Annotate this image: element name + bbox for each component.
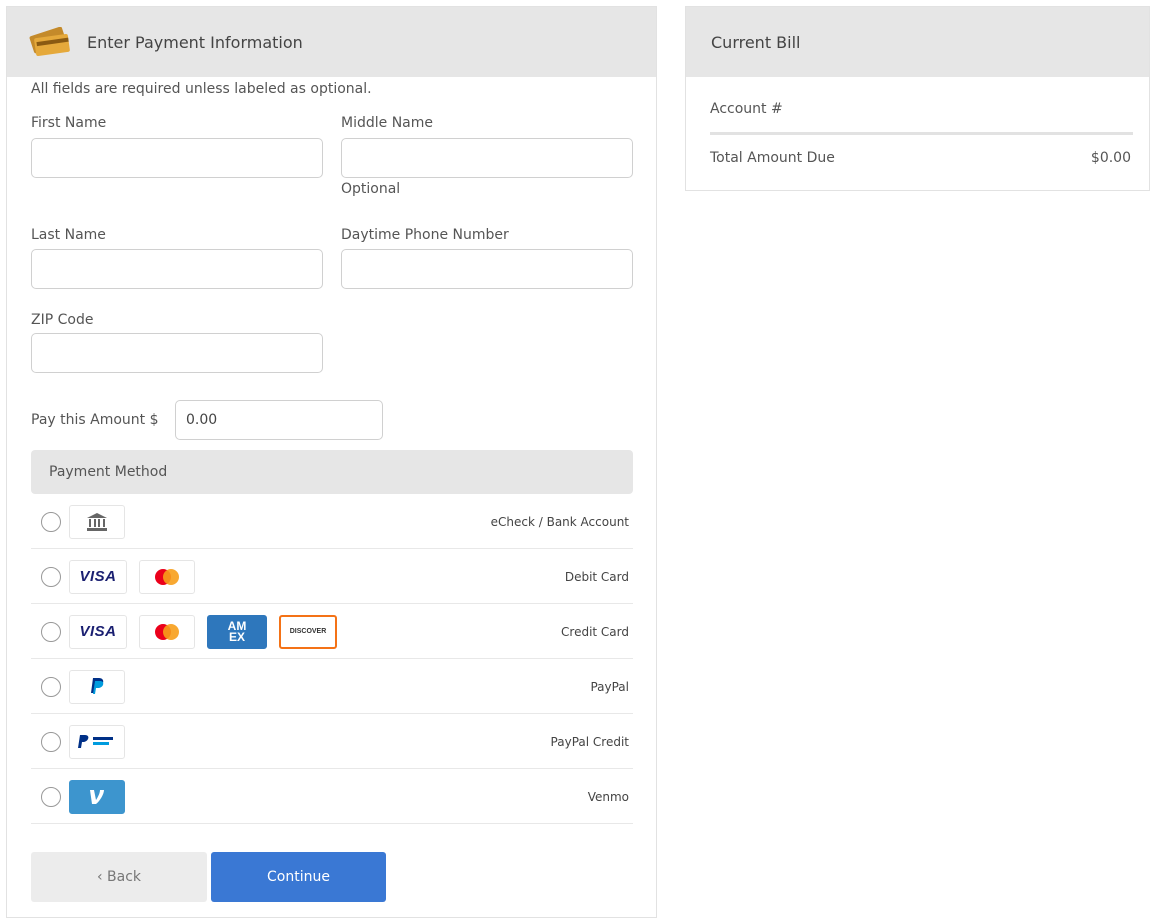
payment-method-header: Payment Method <box>31 450 633 494</box>
middle-name-optional-hint: Optional <box>341 181 401 197</box>
paypal-credit-radio[interactable] <box>41 731 61 752</box>
back-button[interactable]: ‹ Back <box>31 852 207 902</box>
venmo-icon <box>69 779 125 814</box>
total-due-row: Total Amount Due $0.00 <box>710 150 1131 166</box>
current-bill-header: Current Bill <box>686 7 1149 77</box>
visa-logo-text: VISA <box>79 623 117 640</box>
visa-icon: VISA <box>69 614 127 649</box>
zip-input[interactable] <box>31 333 323 373</box>
paypal-credit-icon <box>69 724 125 759</box>
payment-panel: Enter Payment Information All fields are… <box>6 6 657 918</box>
bank-icon <box>69 504 125 539</box>
payment-option-credit[interactable]: VISA AM EX DISCOVER Credit Card <box>31 605 633 659</box>
middle-name-label: Middle Name <box>341 115 433 131</box>
payment-option-label: PayPal Credit <box>550 734 629 749</box>
payment-option-label: Credit Card <box>561 624 629 639</box>
continue-button[interactable]: Continue <box>211 852 386 902</box>
middle-name-input[interactable] <box>341 138 633 178</box>
echeck-radio[interactable] <box>41 511 61 532</box>
account-number-row: Account # <box>710 101 1131 117</box>
last-name-label: Last Name <box>31 227 106 243</box>
payment-option-venmo[interactable]: Venmo <box>31 770 633 824</box>
debit-radio[interactable] <box>41 566 61 587</box>
total-due-label: Total Amount Due <box>710 150 835 166</box>
venmo-radio[interactable] <box>41 786 61 807</box>
discover-icon: DISCOVER <box>279 614 337 649</box>
paypal-icon <box>69 669 125 704</box>
payment-panel-header: Enter Payment Information <box>7 7 656 77</box>
mastercard-icon <box>139 559 195 594</box>
payment-option-label: Debit Card <box>564 569 629 584</box>
bill-divider <box>710 132 1133 135</box>
cards-icon <box>25 26 75 57</box>
payment-option-echeck[interactable]: eCheck / Bank Account <box>31 495 633 549</box>
payment-option-label: eCheck / Bank Account <box>490 514 629 529</box>
account-number-label: Account # <box>710 101 783 117</box>
required-note: All fields are required unless labeled a… <box>31 81 372 97</box>
zip-label: ZIP Code <box>31 312 94 328</box>
discover-logo-text: DISCOVER <box>289 628 327 635</box>
current-bill-panel: Current Bill Account # Total Amount Due … <box>685 6 1150 191</box>
payment-option-label: Venmo <box>587 789 629 804</box>
payment-option-debit[interactable]: VISA Debit Card <box>31 550 633 604</box>
amex-logo-text: AM EX <box>227 618 247 644</box>
payment-method-title: Payment Method <box>49 464 168 480</box>
total-due-value: $0.00 <box>1090 150 1131 166</box>
first-name-label: First Name <box>31 115 107 131</box>
visa-logo-text: VISA <box>79 568 117 585</box>
amex-icon: AM EX <box>207 614 267 649</box>
payment-option-paypal[interactable]: PayPal <box>31 660 633 714</box>
payment-option-paypal-credit[interactable]: PayPal Credit <box>31 715 633 769</box>
phone-label: Daytime Phone Number <box>341 227 509 243</box>
amount-label: Pay this Amount $ <box>31 412 159 428</box>
mastercard-icon <box>139 614 195 649</box>
phone-input[interactable] <box>341 249 633 289</box>
last-name-input[interactable] <box>31 249 323 289</box>
paypal-radio[interactable] <box>41 676 61 697</box>
amount-input[interactable] <box>175 400 383 440</box>
current-bill-title: Current Bill <box>711 32 801 52</box>
payment-panel-title: Enter Payment Information <box>87 32 303 52</box>
credit-radio[interactable] <box>41 621 61 642</box>
first-name-input[interactable] <box>31 138 323 178</box>
visa-icon: VISA <box>69 559 127 594</box>
payment-option-label: PayPal <box>590 679 629 694</box>
